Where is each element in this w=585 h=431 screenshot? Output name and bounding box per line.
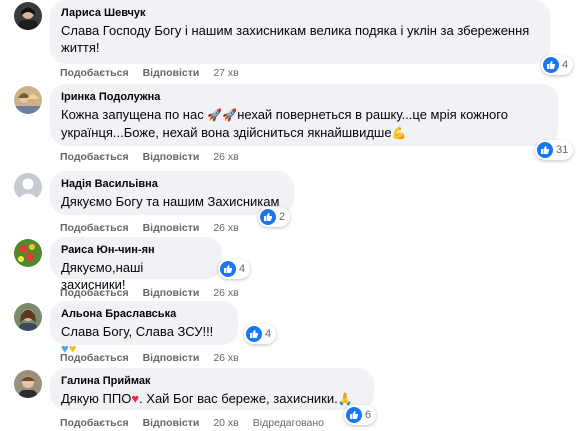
comment-author[interactable]: Іринка Подолужна [61, 90, 547, 104]
red-heart-icon: ♥ [131, 391, 140, 406]
like-button[interactable]: Подобається [60, 222, 129, 234]
avatar[interactable] [14, 303, 42, 331]
avatar-photo-icon [14, 86, 42, 114]
comment-author[interactable]: Галина Приймак [61, 374, 363, 388]
rocket-icon: 🚀🚀 [207, 108, 238, 122]
like-button[interactable]: Подобається [60, 352, 129, 364]
reaction-number: 4 [265, 328, 272, 340]
like-reaction-icon [346, 407, 362, 423]
avatar-photo-icon [14, 239, 42, 267]
like-button[interactable]: Подобається [60, 151, 129, 163]
reaction-number: 2 [279, 211, 286, 223]
folded-hands-icon: 🙏 [337, 392, 353, 406]
avatar-photo-icon [14, 370, 42, 398]
comment-bubble: Лариса Шевчук Слава Господу Богу і нашим… [50, 0, 550, 64]
flexed-biceps-icon: 💪 [391, 126, 407, 140]
avatar[interactable] [14, 2, 42, 30]
comment-author[interactable]: Альона Браславська [61, 307, 227, 321]
avatar[interactable] [14, 86, 42, 114]
reply-button[interactable]: Відповісти [143, 352, 200, 364]
like-button[interactable]: Подобається [60, 417, 129, 429]
like-reaction-icon [260, 209, 276, 225]
comment-bubble: Раиса Юн-чин-ян Дякуємо,наші захисники! [50, 237, 222, 292]
reaction-count[interactable]: 4 [244, 324, 276, 344]
reaction-count[interactable]: 4 [218, 259, 250, 279]
reaction-number: 31 [556, 144, 569, 156]
reaction-count[interactable]: 2 [258, 207, 290, 227]
avatar-photo-icon [14, 2, 42, 30]
comment-bubble: Надія Васильівна Дякуємо Богу та нашим З… [50, 171, 294, 215]
comment-actions: Подобається Відповісти 26 хв [60, 352, 239, 364]
comment-timestamp[interactable]: 26 хв [213, 287, 238, 299]
reply-button[interactable]: Відповісти [143, 67, 200, 79]
comment-actions: Подобається Відповісти 27 хв [60, 67, 239, 79]
comment-timestamp[interactable]: 26 хв [213, 222, 238, 234]
comment-text: Слава Господу Богу і нашим захисникам ве… [61, 23, 530, 55]
comment-timestamp[interactable]: 20 хв [213, 417, 238, 429]
comment-timestamp[interactable]: 26 хв [213, 151, 238, 163]
avatar-photo-icon [14, 303, 42, 331]
default-avatar-icon [14, 173, 42, 201]
avatar[interactable] [14, 239, 42, 267]
reaction-number: 4 [562, 59, 569, 71]
reply-button[interactable]: Відповісти [143, 222, 200, 234]
comment-text: Дякуємо Богу та нашим Захисникам [61, 194, 280, 209]
reaction-number: 6 [365, 409, 372, 421]
like-reaction-icon [220, 261, 236, 277]
reaction-count[interactable]: 6 [344, 405, 376, 425]
like-reaction-icon [537, 142, 553, 158]
comment-timestamp[interactable]: 26 хв [213, 352, 238, 364]
like-reaction-icon [246, 326, 262, 342]
reaction-count[interactable]: 31 [535, 140, 573, 160]
reaction-number: 4 [239, 263, 246, 275]
like-reaction-icon [543, 57, 559, 73]
like-button[interactable]: Подобається [60, 67, 129, 79]
comment-actions: Подобається Відповісти 26 хв [60, 222, 239, 234]
comment-text: Дякую ППО♥. Хай Бог вас береже, захисник… [61, 391, 353, 406]
reply-button[interactable]: Відповісти [143, 151, 200, 163]
comment-author[interactable]: Надія Васильівна [61, 177, 283, 191]
reply-button[interactable]: Відповісти [143, 287, 200, 299]
comment-author[interactable]: Лариса Шевчук [61, 6, 539, 20]
comment-actions: Подобається Відповісти 26 хв [60, 151, 239, 163]
comment-timestamp[interactable]: 27 хв [213, 67, 238, 79]
comment-author[interactable]: Раиса Юн-чин-ян [61, 243, 211, 257]
comment-bubble: Іринка Подолужна Кожна запущена по нас 🚀… [50, 84, 558, 146]
avatar[interactable] [14, 173, 42, 201]
edited-label: Відредаговано [252, 417, 325, 429]
avatar[interactable] [14, 370, 42, 398]
comment-bubble: Альона Браславська Слава Богу, Слава ЗСУ… [50, 301, 238, 356]
reaction-count[interactable]: 4 [541, 55, 573, 75]
like-button[interactable]: Подобається [60, 287, 129, 299]
comment-actions: Подобається Відповісти 20 хв Відредаговано [60, 417, 324, 429]
comment-actions: Подобається Відповісти 26 хв [60, 287, 239, 299]
reply-button[interactable]: Відповісти [143, 417, 200, 429]
comment-bubble: Галина Приймак Дякую ППО♥. Хай Бог вас б… [50, 368, 374, 410]
comment-text: Кожна запущена по нас 🚀🚀нехай повернетьс… [61, 107, 508, 140]
